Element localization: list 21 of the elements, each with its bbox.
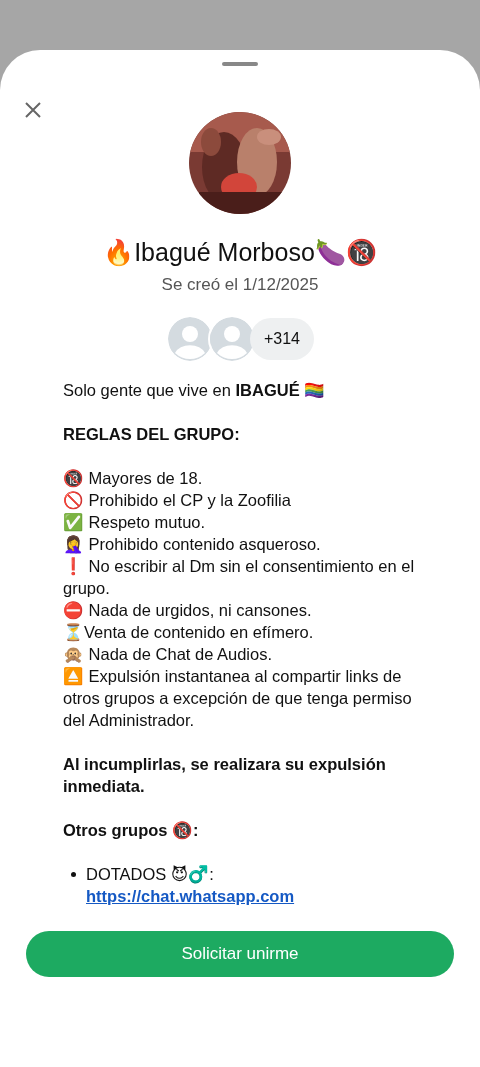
- rule-line: 🤦‍♀ Prohibido contenido asqueroso.: [63, 534, 322, 555]
- description-text: Solo gente que vive en IBAGUÉ 🏳‍🌈: [63, 380, 327, 401]
- description-heading: Al incumplirlas, se realizara su expulsión inmediata.: [63, 754, 387, 797]
- rule-line: 🚫 Prohibido el CP y la Zoofilia: [63, 490, 292, 511]
- rule-line: ✅ Respeto mutuo.: [63, 512, 207, 533]
- rule-line: 🔞 Mayores de 18.: [63, 468, 204, 489]
- group-link-label: DOTADOS 😈♂:: [86, 864, 215, 885]
- drag-handle[interactable]: [222, 62, 258, 66]
- rule-line: ⛔ Nada de urgidos, ni cansones.: [63, 600, 313, 621]
- rule-line: ⏏ Expulsión instantanea al compartir links de otros grupos a excepción de que tenga permiso del Administrador.: [63, 666, 413, 731]
- group-name: 🔥Ibagué Morboso🍆🔞: [103, 238, 377, 267]
- group-link[interactable]: https://chat.whatsapp.com: [86, 885, 295, 907]
- rule-line: ❗ No escribir al Dm sin el consentimiento en el grupo.: [63, 556, 416, 599]
- member-count-badge: +314: [249, 318, 314, 360]
- creation-date: Se creó el 1/12/2025: [161, 275, 319, 295]
- description-heading: Otros grupos 🔞:: [63, 820, 200, 841]
- description-heading: REGLAS DEL GRUPO:: [63, 424, 241, 445]
- rule-line: 🙊 Nada de Chat de Audios.: [63, 644, 274, 665]
- close-icon[interactable]: [25, 102, 41, 118]
- bullet-icon: [71, 872, 76, 877]
- rule-line: ⏳Venta de contenido en efímero.: [63, 622, 315, 643]
